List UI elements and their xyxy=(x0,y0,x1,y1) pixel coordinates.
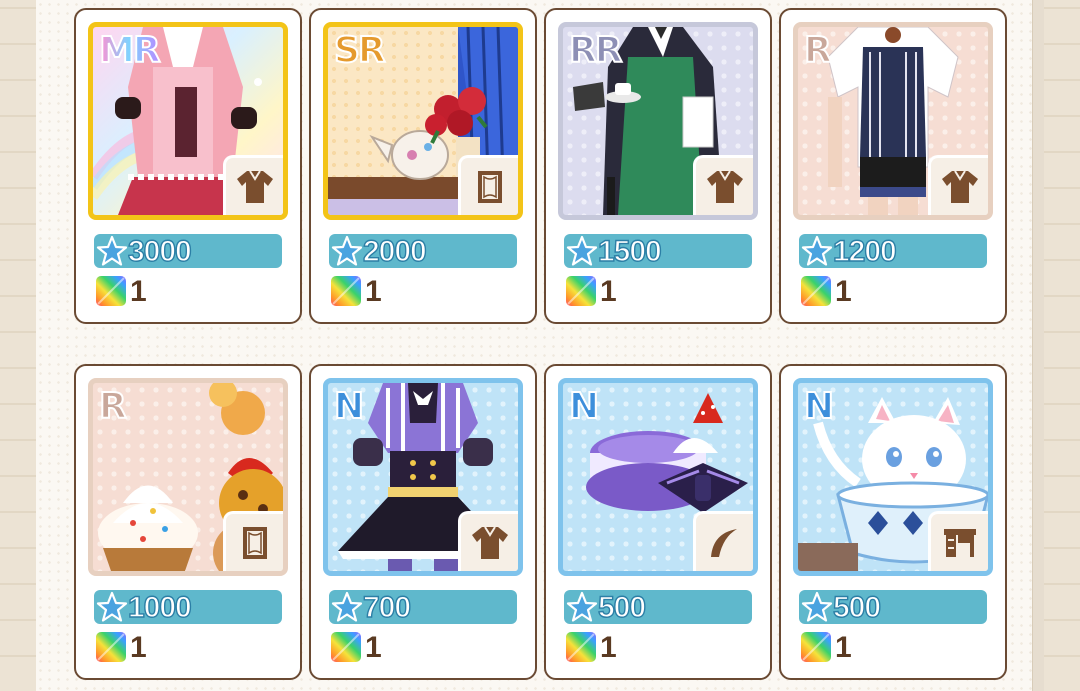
gem-count: 1 xyxy=(130,631,147,664)
shop-item-card[interactable]: R 1000 1 xyxy=(74,364,302,680)
star-price: 2000 xyxy=(362,234,427,268)
shop-item-card[interactable]: MR 3000 1 xyxy=(74,8,302,324)
background-card-icon xyxy=(223,511,283,571)
gem-count: 1 xyxy=(600,631,617,664)
star-icon xyxy=(566,591,598,622)
star-icon xyxy=(801,591,833,622)
item-thumbnail: N xyxy=(558,378,758,576)
star-price: 700 xyxy=(362,590,411,624)
rarity-label: N xyxy=(333,386,365,428)
rarity-label: R xyxy=(98,386,128,428)
item-thumbnail: MR xyxy=(88,22,288,220)
rarity-label: SR xyxy=(333,30,387,72)
rainbow-gem-icon xyxy=(799,630,833,664)
star-icon xyxy=(331,591,363,622)
star-icon xyxy=(801,235,833,266)
star-price-bar: 1000 xyxy=(94,590,282,625)
background-card-icon xyxy=(458,155,518,215)
star-price-bar: 2000 xyxy=(329,234,517,269)
star-price-bar: 500 xyxy=(564,590,752,625)
shop-item-card[interactable]: N 700 1 xyxy=(309,364,537,680)
star-price: 1500 xyxy=(597,234,662,268)
gem-count: 1 xyxy=(365,275,382,308)
star-price: 500 xyxy=(832,590,881,624)
rainbow-gem-icon xyxy=(564,274,598,308)
item-thumbnail: N xyxy=(323,378,523,576)
outfit-icon xyxy=(928,155,988,215)
outfit-icon xyxy=(223,155,283,215)
item-thumbnail: N xyxy=(793,378,993,576)
rarity-label: MR xyxy=(98,30,162,72)
rainbow-gem-icon xyxy=(329,274,363,308)
star-price-bar: 3000 xyxy=(94,234,282,269)
rarity-label: RR xyxy=(568,30,623,72)
gem-count: 1 xyxy=(600,275,617,308)
star-price-bar: 500 xyxy=(799,590,987,625)
star-price: 1200 xyxy=(832,234,897,268)
rarity-label: N xyxy=(568,386,600,428)
rarity-label: N xyxy=(803,386,835,428)
item-thumbnail: R xyxy=(88,378,288,576)
gem-count: 1 xyxy=(130,275,147,308)
item-thumbnail: RR xyxy=(558,22,758,220)
outfit-icon xyxy=(693,155,753,215)
gem-count: 1 xyxy=(365,631,382,664)
shop-item-card[interactable]: R 1200 1 xyxy=(779,8,1007,324)
star-price: 500 xyxy=(597,590,646,624)
star-price-bar: 700 xyxy=(329,590,517,625)
rarity-label: R xyxy=(803,30,833,72)
left-border xyxy=(0,0,36,691)
star-price: 3000 xyxy=(127,234,192,268)
item-thumbnail: SR xyxy=(323,22,523,220)
rainbow-gem-icon xyxy=(799,274,833,308)
shop-item-card[interactable]: SR 2000 1 xyxy=(309,8,537,324)
star-icon xyxy=(331,235,363,266)
star-icon xyxy=(566,235,598,266)
shop-item-card[interactable]: N 500 1 xyxy=(779,364,1007,680)
gem-count: 1 xyxy=(835,275,852,308)
hair-accessory-icon xyxy=(693,511,753,571)
star-icon xyxy=(96,591,128,622)
right-border xyxy=(1044,0,1080,691)
rainbow-gem-icon xyxy=(329,630,363,664)
star-price-bar: 1500 xyxy=(564,234,752,269)
furniture-icon xyxy=(928,511,988,571)
star-price-bar: 1200 xyxy=(799,234,987,269)
star-price: 1000 xyxy=(127,590,192,624)
rainbow-gem-icon xyxy=(564,630,598,664)
outfit-icon xyxy=(458,511,518,571)
item-thumbnail: R xyxy=(793,22,993,220)
star-icon xyxy=(96,235,128,266)
scrollbar-track[interactable] xyxy=(1032,0,1044,691)
shop-item-card[interactable]: N 500 1 xyxy=(544,364,772,680)
shop-item-card[interactable]: RR 1500 1 xyxy=(544,8,772,324)
rainbow-gem-icon xyxy=(94,630,128,664)
gem-count: 1 xyxy=(835,631,852,664)
rainbow-gem-icon xyxy=(94,274,128,308)
